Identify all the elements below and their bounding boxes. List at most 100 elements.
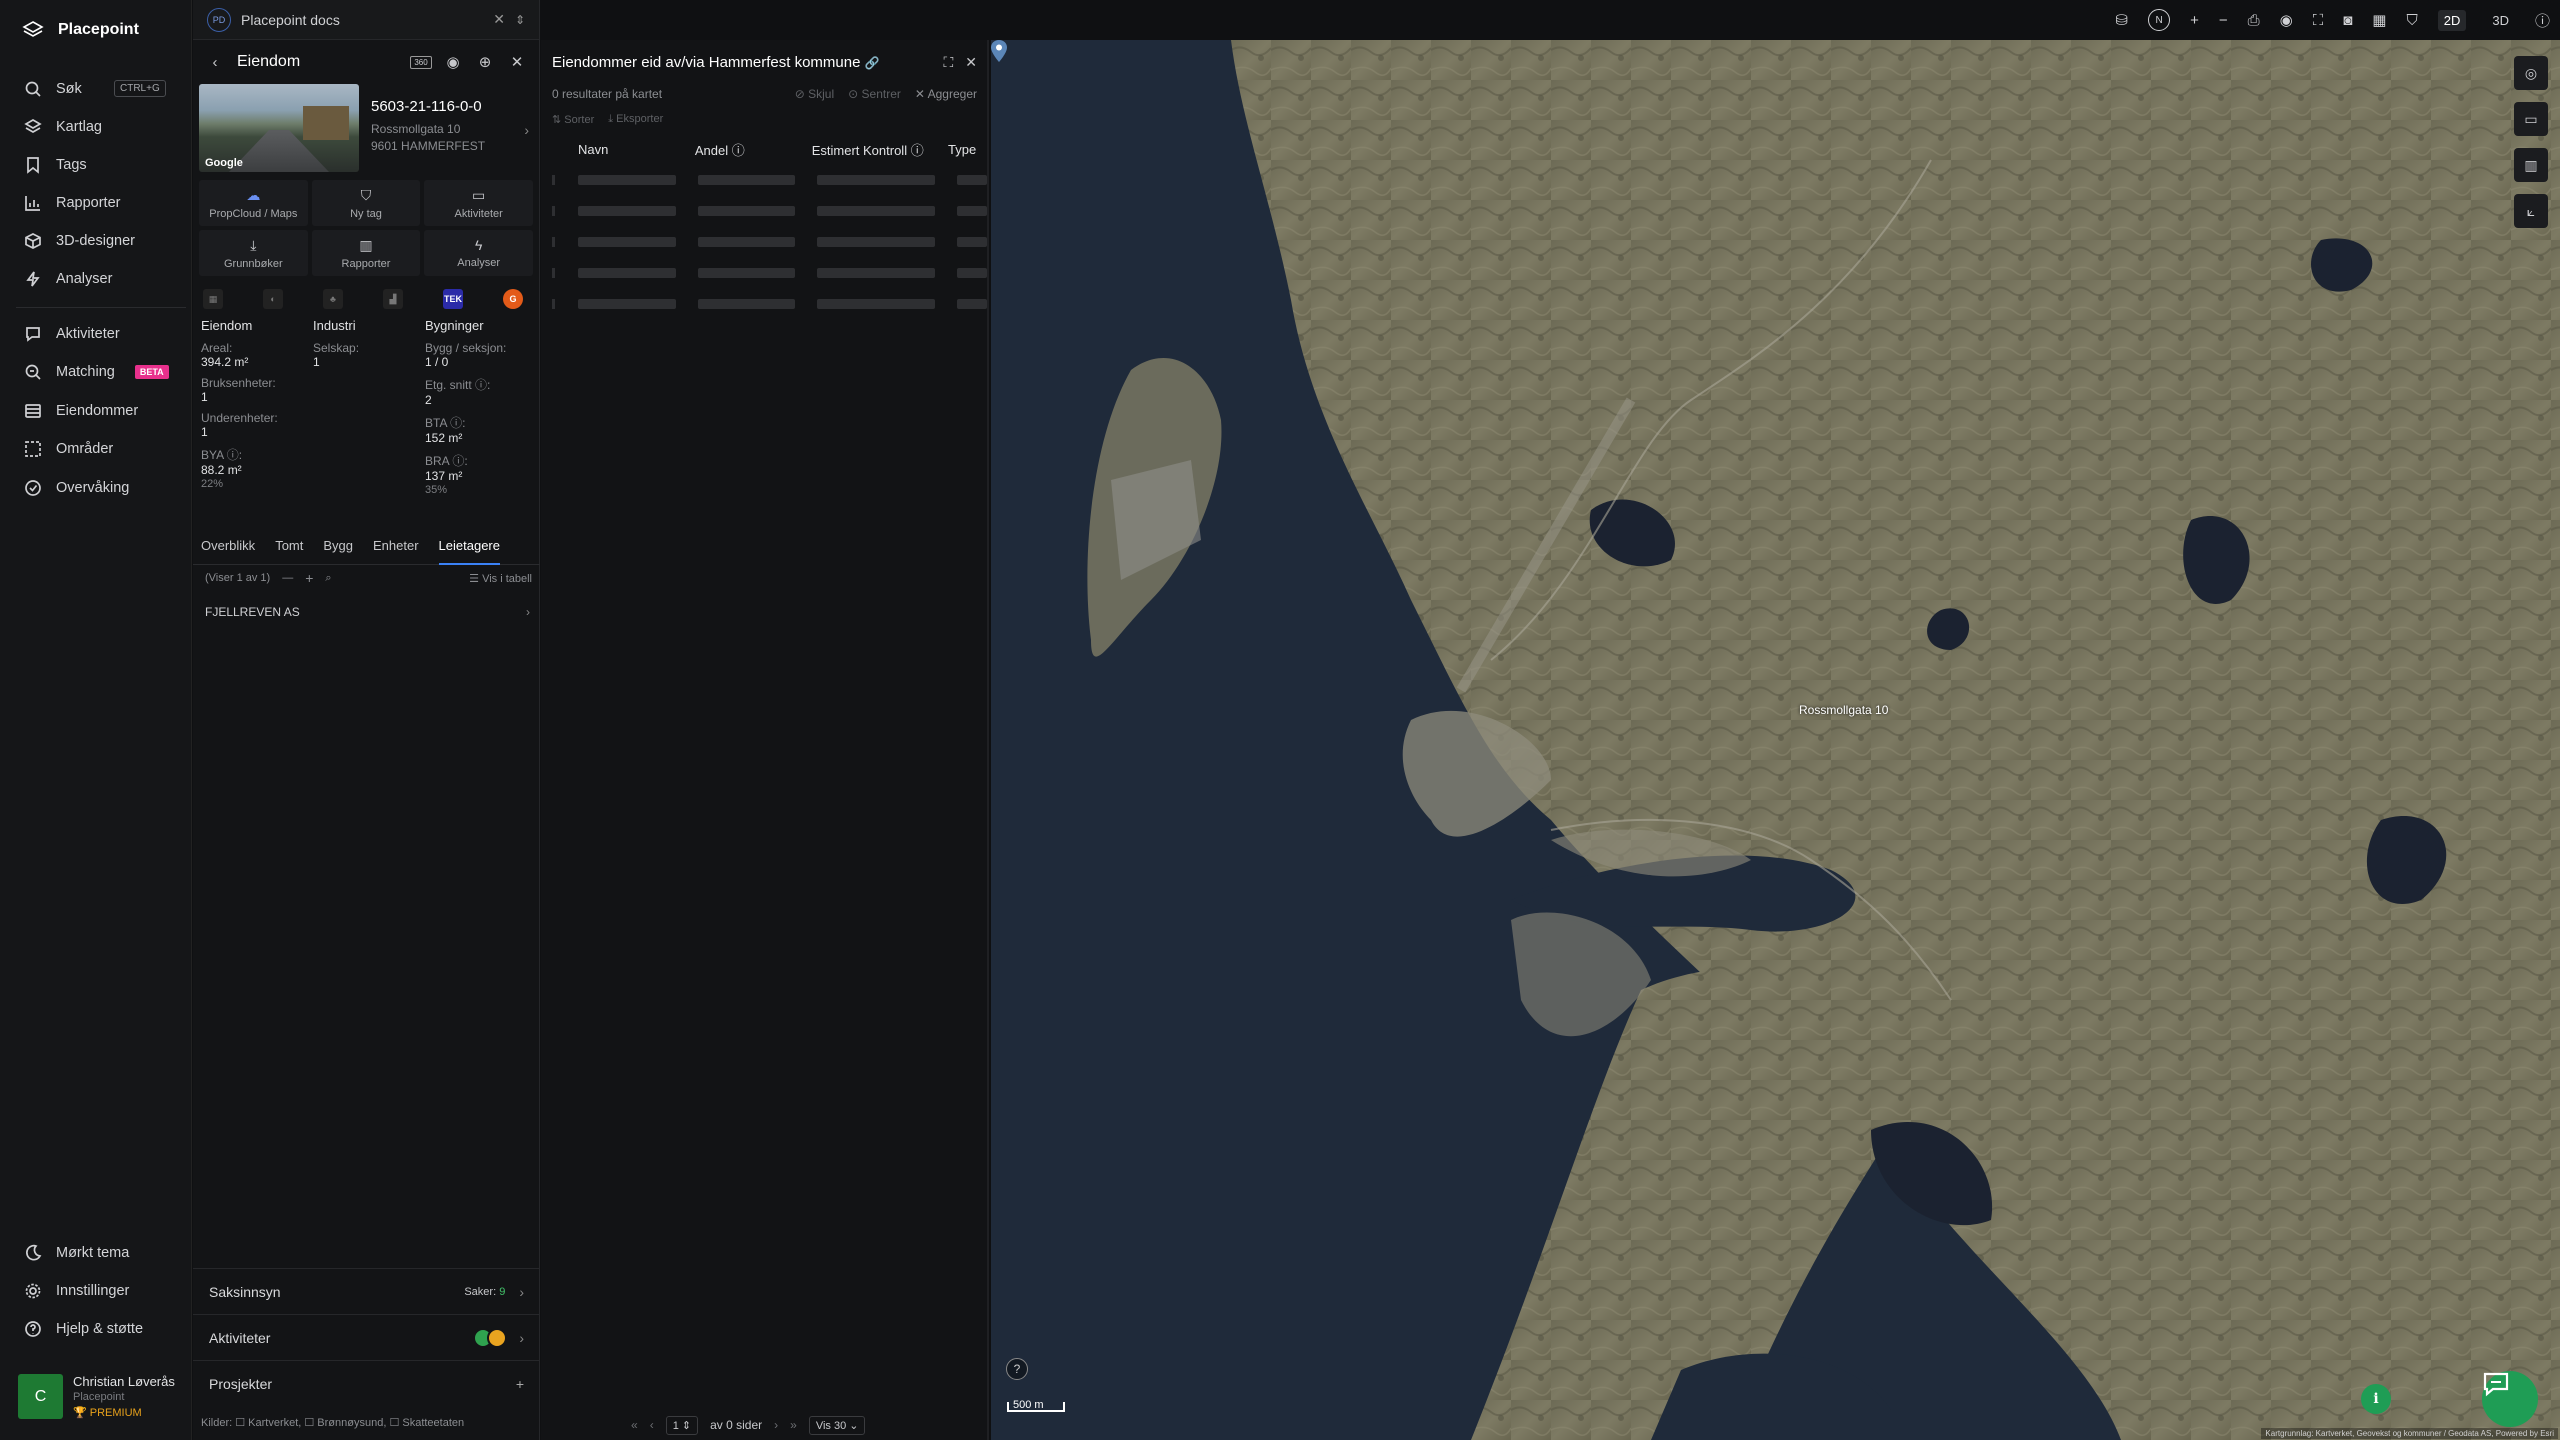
view-3d-button[interactable]: 3D	[2486, 10, 2515, 31]
property-id: 5603-21-116-0-0	[371, 98, 482, 115]
docs-title[interactable]: Placepoint docs	[241, 12, 483, 28]
new-tag-button[interactable]: ⛉ Ny tag	[311, 180, 421, 226]
tab-bygg[interactable]: Bygg	[323, 535, 353, 565]
page-input[interactable]: 1 ⇕	[665, 1415, 699, 1435]
tab-leietagere[interactable]: Leietagere	[438, 535, 500, 565]
col-estimert-kontroll[interactable]: Estimert Kontroll ⓘ	[812, 140, 948, 159]
analyses-button[interactable]: ϟ Analyser	[424, 230, 533, 276]
map-ctl-ruler-icon[interactable]: ▭	[2514, 102, 2548, 136]
source-g-icon[interactable]: G	[503, 289, 523, 309]
nav-aktiviteter[interactable]: Aktiviteter	[24, 322, 120, 346]
print-icon[interactable]: ⎙	[2248, 12, 2260, 29]
bra-percent: 35%	[425, 484, 448, 496]
eye-icon[interactable]: ◉	[443, 52, 463, 72]
plus-icon[interactable]: +	[516, 1376, 524, 1392]
app-brand[interactable]: Placepoint	[22, 20, 139, 40]
map-ctl-measure-icon[interactable]: ⟀	[2514, 194, 2548, 228]
source-globe-icon[interactable]: ◐	[263, 289, 283, 309]
grunnboker-button[interactable]: ⤓ Grunnbøker	[199, 230, 308, 276]
bookmark-icon[interactable]: ⛉	[2406, 12, 2417, 29]
prev-page-icon[interactable]: ‹	[650, 1418, 654, 1432]
propcloud-maps-button[interactable]: ☁ PropCloud / Maps	[199, 180, 308, 226]
source-grid-icon[interactable]: ▦	[203, 289, 223, 309]
nav-search[interactable]: Søk	[24, 77, 82, 101]
expand-icon[interactable]: ⛶	[943, 54, 953, 71]
nav-omrader[interactable]: Områder	[24, 437, 113, 461]
nav-kartlag[interactable]: Kartlag	[24, 115, 102, 139]
chat-support-button[interactable]	[2482, 1371, 2538, 1427]
col-type[interactable]: Type	[948, 142, 987, 157]
export-button[interactable]: ⤓ Eksporter	[608, 113, 663, 126]
table-view-toggle[interactable]: ☰ Vis i tabell	[469, 572, 532, 585]
view-2d-button[interactable]: 2D	[2437, 9, 2467, 31]
docs-expand-icon[interactable]: ⇕	[515, 13, 525, 27]
saksinnsyn-accordion[interactable]: Saksinnsyn Saker: 9 ›	[193, 1268, 540, 1314]
plus-icon[interactable]: +	[305, 570, 313, 586]
back-chevron-icon[interactable]: ‹	[205, 52, 225, 72]
tab-overblikk[interactable]: Overblikk	[201, 535, 255, 565]
info-icon[interactable]: i	[2361, 1384, 2391, 1414]
user-profile[interactable]: C Christian Løverås Placepoint 🏆 PREMIUM	[18, 1374, 175, 1419]
list-item[interactable]: FJELLREVEN AS ›	[205, 598, 530, 626]
docs-close-icon[interactable]: ✕	[493, 11, 505, 28]
aggregate-button[interactable]: ✕ Aggreger	[915, 87, 977, 101]
first-page-icon[interactable]: «	[631, 1418, 638, 1432]
nav-rapporter[interactable]: Rapporter	[24, 191, 120, 215]
grid-icon[interactable]: ▦	[2372, 11, 2386, 29]
table-row	[541, 226, 987, 257]
gear-icon	[25, 1283, 41, 1299]
nav-overvaking[interactable]: Overvåking	[24, 476, 129, 500]
street-view-360-icon[interactable]: 360	[410, 52, 432, 72]
property-summary[interactable]: Google 5603-21-116-0-0 Rossmollgata 10 9…	[193, 84, 539, 172]
nav-analyser[interactable]: Analyser	[24, 267, 112, 291]
per-page-select[interactable]: Vis 30 ⌄	[808, 1415, 866, 1435]
last-page-icon[interactable]: »	[790, 1418, 797, 1432]
aktiviteter-accordion[interactable]: Aktiviteter ›	[193, 1314, 540, 1360]
nav-3d-designer[interactable]: 3D-designer	[24, 229, 135, 253]
crosshair-icon[interactable]: ⊕	[475, 52, 495, 72]
close-icon[interactable]: ✕	[507, 52, 527, 72]
property-chevron-right-icon[interactable]: ›	[524, 122, 529, 172]
source-tek-icon[interactable]: TEK	[443, 289, 463, 309]
col-navn[interactable]: Navn	[578, 142, 695, 157]
tenant-list-tools: (Viser 1 av 1) — + ⌕ ☰ Vis i tabell	[205, 568, 532, 588]
map-pin-icon[interactable]	[991, 40, 1007, 62]
col-andel[interactable]: Andel ⓘ	[695, 140, 812, 159]
hide-button[interactable]: ⊘ Skjul	[795, 87, 834, 101]
nav-eiendommer[interactable]: Eiendommer	[24, 399, 138, 423]
activities-button[interactable]: ▭ Aktiviteter	[424, 180, 533, 226]
nav-tags[interactable]: Tags	[24, 153, 87, 177]
search-icon[interactable]: ⌕	[325, 572, 331, 585]
center-button[interactable]: ⊙ Sentrer	[848, 87, 901, 101]
tab-enheter[interactable]: Enheter	[373, 535, 419, 565]
map-help-icon[interactable]: ?	[1006, 1358, 1028, 1380]
source-plant-icon[interactable]: ♣	[323, 289, 343, 309]
zoom-out-icon[interactable]: −	[2219, 12, 2228, 29]
minus-icon[interactable]: —	[282, 572, 293, 584]
tab-tomt[interactable]: Tomt	[275, 535, 303, 565]
eye-icon[interactable]: ◉	[2280, 11, 2293, 29]
sort-button[interactable]: ⇅ Sorter	[552, 113, 594, 126]
prosjekter-accordion[interactable]: Prosjekter +	[193, 1360, 540, 1406]
compass-north-icon[interactable]: N	[2148, 9, 2171, 31]
map-ctl-globe-icon[interactable]: ◎	[2514, 56, 2548, 90]
nav-dark-theme[interactable]: Mørkt tema	[24, 1241, 129, 1265]
skeleton	[957, 298, 987, 309]
property-photo[interactable]: Google	[199, 84, 359, 172]
camera-icon[interactable]: ◙	[2343, 12, 2352, 29]
fullscreen-icon[interactable]: ⛶	[2313, 12, 2324, 29]
nav-3d-designer-label: 3D-designer	[56, 233, 135, 249]
map-ctl-chart-icon[interactable]: ▥	[2514, 148, 2548, 182]
reports-button[interactable]: ▥ Rapporter	[311, 230, 421, 276]
next-page-icon[interactable]: ›	[774, 1418, 778, 1432]
source-bars-icon[interactable]: ▟	[383, 289, 403, 309]
map-view[interactable]: ◎ ▭ ▥ ⟀ Rossmollgata 10 ? 500 m i Kartgr…	[991, 40, 2560, 1440]
nav-matching[interactable]: Matching BETA	[24, 360, 169, 384]
layers-stack-icon[interactable]: ⛁	[2115, 11, 2128, 29]
zoom-in-icon[interactable]: +	[2190, 12, 2199, 29]
nav-settings[interactable]: Innstillinger	[24, 1279, 129, 1303]
info-circle-icon[interactable]: ⓘ	[2535, 10, 2550, 31]
link-icon[interactable]: 🔗	[865, 56, 880, 70]
nav-help[interactable]: Hjelp & støtte	[24, 1317, 143, 1341]
close-icon[interactable]: ✕	[965, 54, 977, 71]
